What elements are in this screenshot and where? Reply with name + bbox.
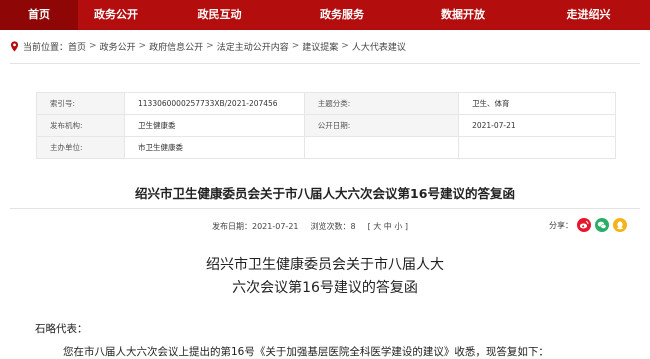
breadcrumb-gov-info[interactable]: 政府信息公开 — [149, 40, 203, 53]
index-label: 索引号: — [36, 92, 125, 115]
breadcrumb: 当前位置： 首页 > 政务公开 > 政府信息公开 > 法定主动公开内容 > 建议… — [10, 39, 406, 53]
breadcrumb-divider — [10, 63, 640, 64]
location-pin-icon — [10, 40, 19, 52]
issuer-label: 发布机构: — [36, 114, 125, 137]
subtitle-line-2: 六次会议第16号建议的答复函 — [232, 280, 418, 296]
empty-cell — [303, 136, 460, 159]
host-label: 主办单位: — [36, 136, 125, 159]
font-size-switcher[interactable]: [ 大 中 小 ] — [368, 221, 408, 232]
body-paragraph: 您在市八届人大六次会议上提出的第16号《关于加强基层医院全科医学建设的建议》收悉… — [63, 346, 549, 358]
subtitle-line-1: 绍兴市卫生健康委员会关于市八届人大 — [206, 257, 444, 273]
breadcrumb-separator: > — [206, 41, 214, 51]
breadcrumb-home[interactable]: 首页 — [68, 40, 86, 53]
breadcrumb-gov-open[interactable]: 政务公开 — [100, 40, 136, 53]
views-label: 浏览次数： — [310, 222, 351, 231]
breadcrumb-legal-content[interactable]: 法定主动公开内容 — [217, 40, 289, 53]
share-bar: 分享： — [549, 218, 627, 232]
wechat-icon[interactable] — [595, 218, 609, 232]
qq-icon[interactable] — [613, 218, 627, 232]
breadcrumb-prefix: 当前位置： — [23, 42, 69, 53]
top-nav: 首页 政务公开 政民互动 政务服务 数据开放 走进绍兴 — [0, 0, 650, 30]
share-label: 分享： — [549, 220, 573, 230]
publish-date-label: 发布日期： — [212, 222, 252, 231]
title-divider — [10, 208, 640, 209]
breadcrumb-proposals[interactable]: 建议提案 — [302, 40, 338, 53]
nav-about[interactable]: 走进绍兴 — [527, 0, 650, 30]
weibo-icon[interactable] — [577, 218, 591, 232]
breadcrumb-separator: > — [138, 41, 147, 51]
breadcrumb-separator: > — [291, 41, 300, 51]
topic-value: 卫生、体育 — [458, 92, 616, 115]
breadcrumb-npc-suggestions[interactable]: 人大代表建议 — [352, 40, 406, 53]
document-title: 绍兴市卫生健康委员会关于市八届人大六次会议第16号建议的答复函 — [135, 186, 515, 201]
nav-data-open[interactable]: 数据开放 — [399, 0, 527, 30]
host-value: 市卫生健康委 — [124, 136, 305, 159]
views-count: 8 — [350, 222, 356, 231]
publish-date: 2021-07-21 — [252, 222, 299, 231]
topic-label: 主题分类: — [303, 92, 460, 115]
nav-home[interactable]: 首页 — [0, 0, 78, 30]
nav-services[interactable]: 政务服务 — [285, 0, 399, 30]
info-table: 索引号: 113306000025773​3XB/2021-207456 主题分… — [36, 92, 616, 159]
date-label: 公开日期: — [303, 114, 460, 137]
breadcrumb-separator: > — [89, 41, 97, 51]
nav-interaction[interactable]: 政民互动 — [154, 0, 285, 30]
index-value: 113306000025773​3XB/2021-207456 — [124, 92, 305, 115]
empty-cell — [458, 136, 616, 159]
breadcrumb-separator: > — [341, 41, 349, 51]
nav-gov-open[interactable]: 政务公开 — [78, 0, 154, 30]
salutation: 石略代表： — [35, 323, 88, 335]
issuer-value: 卫生健康委 — [124, 114, 305, 137]
date-value: 2021-07-21 — [458, 114, 616, 137]
document-meta: 发布日期： 2021-07-21 浏览次数： 8 [ 大 中 小 ] — [212, 221, 408, 232]
